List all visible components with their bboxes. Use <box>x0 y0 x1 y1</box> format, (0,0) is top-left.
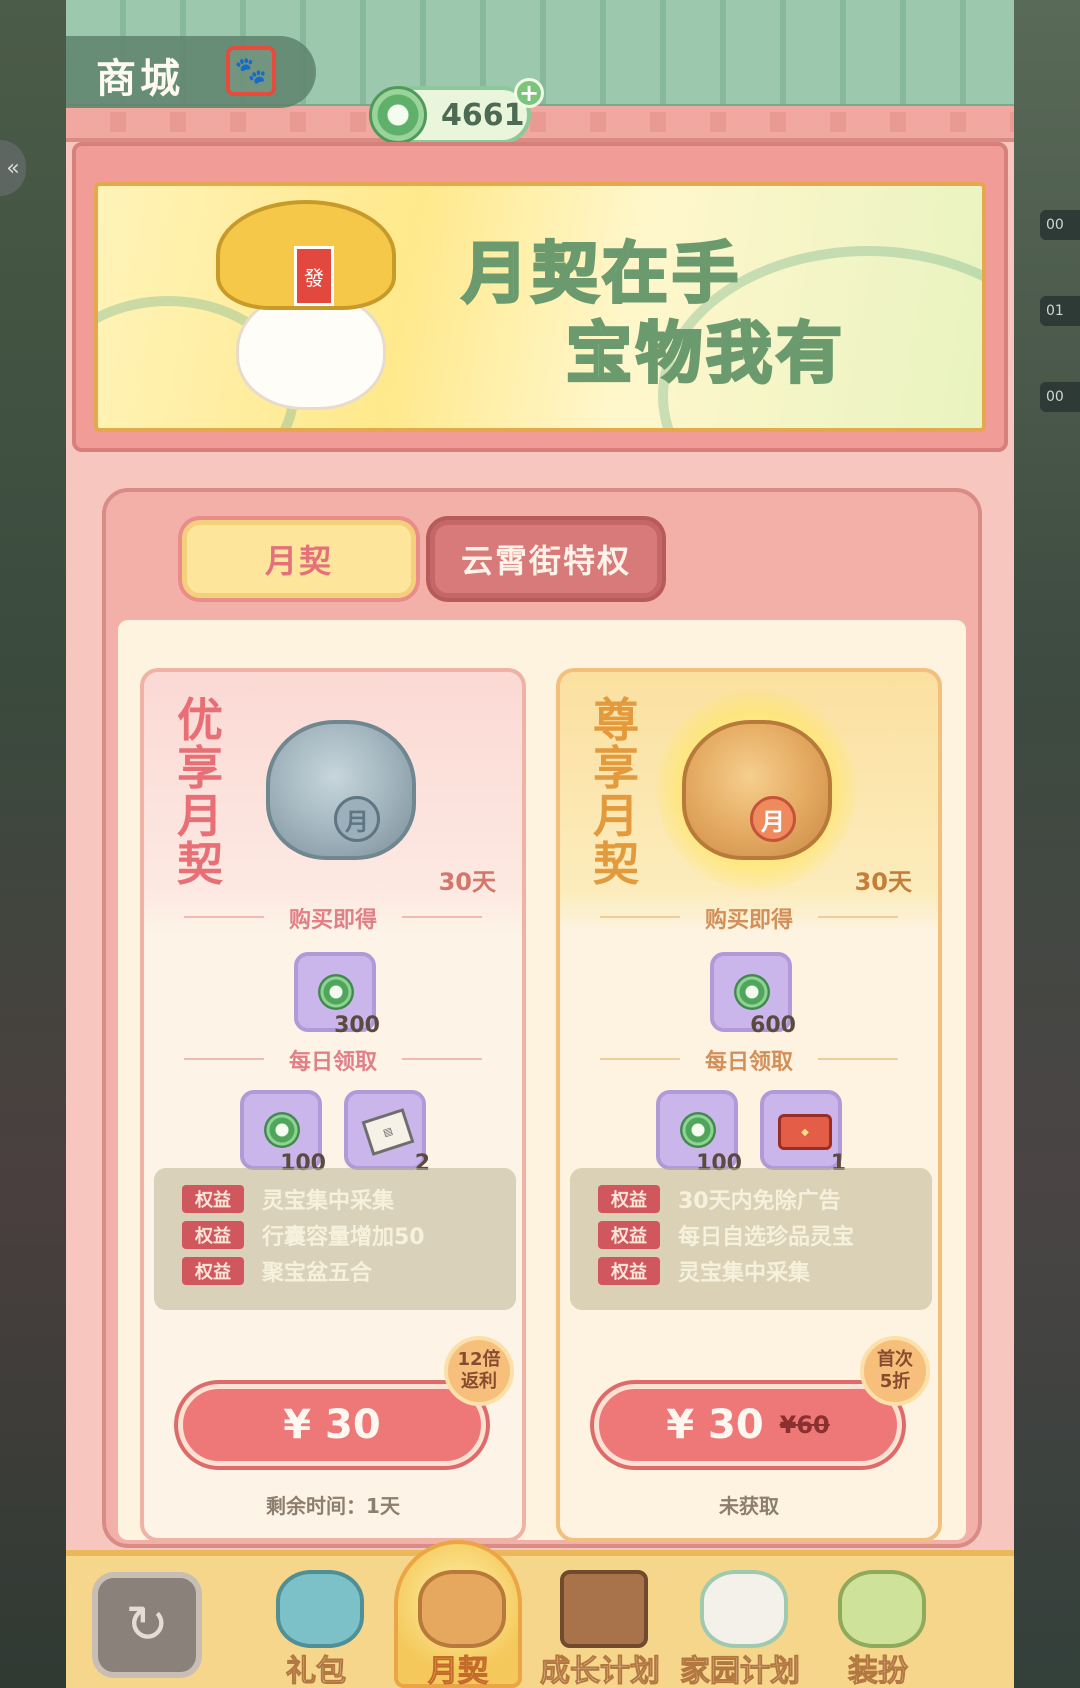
reward-item[interactable]: 100 <box>240 1090 326 1176</box>
divider <box>402 916 482 918</box>
benefit-row: 权益 30天内免除广告 <box>598 1184 841 1214</box>
duration-label: 30天 <box>854 868 912 896</box>
rebate-badge: 12倍 返利 <box>444 1336 514 1406</box>
reward-item[interactable]: 600 <box>710 952 796 1038</box>
card-name: 优享月契 <box>177 693 223 891</box>
item-quantity: 300 <box>334 1013 380 1038</box>
moon-tag-icon: 月 <box>750 796 796 842</box>
jade-coin-icon <box>734 974 770 1010</box>
jade-coin-icon <box>369 86 427 144</box>
fortune-tag-icon: 發 <box>294 246 334 306</box>
right-edge-chip: 00 <box>1040 210 1080 240</box>
reward-item[interactable]: 300 <box>294 952 380 1038</box>
nav-label: 成长计划 <box>540 1654 661 1688</box>
nav-item-monthly[interactable]: 月契 <box>388 1560 528 1688</box>
benefit-tag: 权益 <box>182 1185 244 1213</box>
benefit-row: 权益 聚宝盆五合 <box>182 1256 372 1286</box>
benefit-text: 灵宝集中采集 <box>262 1189 395 1214</box>
divider <box>402 1058 482 1060</box>
buy-section-label: 购买即得 <box>288 908 377 933</box>
benefit-text: 灵宝集中采集 <box>678 1261 811 1286</box>
benefits-list[interactable]: 权益 灵宝集中采集 权益 行囊容量增加50 权益 聚宝盆五合 <box>154 1168 516 1310</box>
scroll-ticket-icon: ▤ <box>361 1108 415 1156</box>
buy-button[interactable]: ¥ 30 ¥60 <box>594 1384 902 1466</box>
monthly-pass-card-deluxe: 尊享月契 月 30天 购买即得 600 每日领取 100 ◆ 1 权益 30天内… <box>556 668 942 1542</box>
benefit-tag: 权益 <box>182 1257 244 1285</box>
benefit-row: 权益 行囊容量增加50 <box>182 1220 425 1250</box>
jade-coin-icon <box>318 974 354 1010</box>
nav-label: 装扮 <box>848 1654 909 1688</box>
right-background <box>1014 0 1080 1688</box>
reward-item[interactable]: 100 <box>656 1090 742 1176</box>
nav-item-growth[interactable]: 成长计划 <box>530 1560 670 1688</box>
duration-label: 30天 <box>438 868 496 896</box>
left-background <box>0 0 66 1688</box>
gift-bag-icon <box>276 1570 364 1648</box>
divider <box>818 1058 898 1060</box>
right-edge-chip: 00 <box>1040 382 1080 412</box>
reward-item[interactable]: ◆ 1 <box>760 1090 846 1176</box>
benefit-row: 权益 每日自选珍品灵宝 <box>598 1220 854 1250</box>
tab-street-privilege[interactable]: 云霄街特权 <box>430 520 662 598</box>
costume-icon <box>838 1570 926 1648</box>
price-label: ¥ 30 <box>666 1402 764 1448</box>
monthly-pass-card-premium: 优享月契 月 30天 购买即得 300 每日领取 100 ▤ 2 权益 灵宝集中… <box>140 668 526 1542</box>
benefit-text: 聚宝盆五合 <box>262 1261 373 1286</box>
shop-window: 商城 🐾 4661 + 發 月契在手 宝物我有 月契 云霄街特权 优享月契 月 … <box>66 0 1014 1688</box>
add-currency-button[interactable]: + <box>514 78 544 108</box>
page-title: 商城 <box>96 56 184 102</box>
moon-tag-icon: 月 <box>334 796 380 842</box>
benefit-tag: 权益 <box>182 1221 244 1249</box>
benefits-list[interactable]: 权益 30天内免除广告 权益 每日自选珍品灵宝 权益 灵宝集中采集 <box>570 1168 932 1310</box>
paw-stamp-icon: 🐾 <box>226 46 276 96</box>
original-price: ¥60 <box>779 1411 830 1439</box>
benefit-tag: 权益 <box>598 1221 660 1249</box>
daily-section-label: 每日领取 <box>288 1050 377 1075</box>
tab-monthly-pass[interactable]: 月契 <box>182 520 416 598</box>
jade-coin-icon <box>680 1112 716 1148</box>
purchase-status: 未获取 <box>719 1494 779 1518</box>
nav-item-home[interactable]: 家园计划 <box>670 1560 810 1688</box>
nav-label: 月契 <box>428 1654 489 1688</box>
buy-section-label: 购买即得 <box>704 908 793 933</box>
back-arrow-icon[interactable]: ↻ <box>92 1572 202 1678</box>
benefit-tag: 权益 <box>598 1257 660 1285</box>
jade-coin-icon <box>264 1112 300 1148</box>
reward-item[interactable]: ▤ 2 <box>344 1090 430 1176</box>
currency-display: 4661 <box>369 86 531 144</box>
mascot-cat-icon <box>418 1570 506 1648</box>
benefit-row: 权益 灵宝集中采集 <box>182 1184 394 1214</box>
nav-label: 家园计划 <box>680 1654 801 1688</box>
benefit-text: 行囊容量增加50 <box>262 1225 425 1250</box>
cat-spirit-icon <box>700 1570 788 1648</box>
treasure-chest-icon: ◆ <box>778 1114 832 1150</box>
discount-badge: 首次 5折 <box>860 1336 930 1406</box>
banner-title-line2: 宝物我有 <box>565 314 846 394</box>
card-name: 尊享月契 <box>593 693 639 891</box>
benefit-text: 30天内免除广告 <box>678 1189 841 1214</box>
benefit-tag: 权益 <box>598 1185 660 1213</box>
benefit-text: 每日自选珍品灵宝 <box>678 1225 855 1250</box>
nav-label: 礼包 <box>286 1654 347 1688</box>
item-quantity: 600 <box>750 1013 796 1038</box>
divider <box>818 916 898 918</box>
nav-item-costume[interactable]: 装扮 <box>808 1560 948 1688</box>
benefit-row: 权益 灵宝集中采集 <box>598 1256 810 1286</box>
eave-pattern <box>66 112 1014 132</box>
nav-item-gift[interactable]: 礼包 <box>246 1560 386 1688</box>
stone-cat-icon <box>266 720 416 860</box>
growth-chest-icon <box>560 1570 648 1648</box>
daily-section-label: 每日领取 <box>704 1050 793 1075</box>
right-edge-chip: 01 <box>1040 296 1080 326</box>
remaining-time: 剩余时间：1天 <box>266 1494 400 1518</box>
buy-button[interactable]: ¥ 30 <box>178 1384 486 1466</box>
currency-value: 4661 <box>441 98 525 133</box>
golden-cat-icon <box>682 720 832 860</box>
price-label: ¥ 30 <box>283 1402 381 1448</box>
